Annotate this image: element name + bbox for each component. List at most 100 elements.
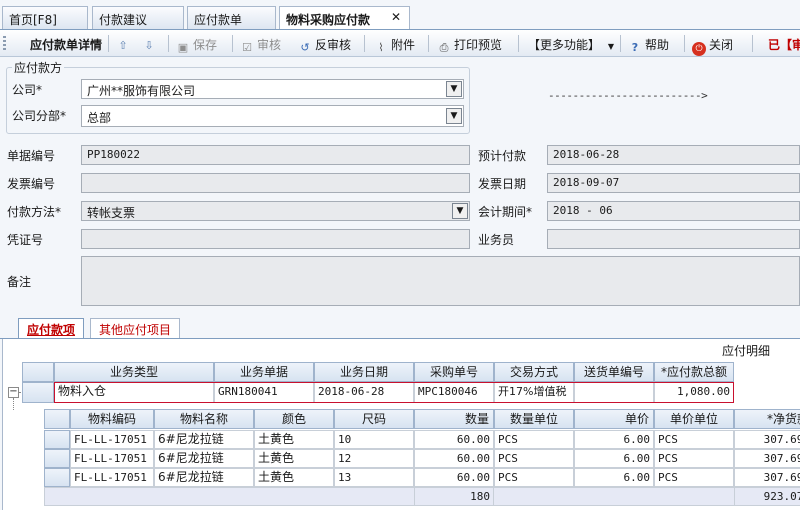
chevron-down-icon[interactable]: ▼ (446, 81, 462, 97)
unaudit-button[interactable]: ↺ 反审核 (298, 36, 351, 55)
down-arrow-icon[interactable]: ⇩ (142, 36, 159, 53)
branch-select[interactable]: 总部 (81, 105, 464, 127)
item-cell[interactable]: 6#尼龙拉链 (154, 449, 254, 468)
item-row-header[interactable] (44, 430, 70, 449)
item-row-header[interactable] (44, 468, 70, 487)
item-cell[interactable]: 6.00 (574, 449, 654, 468)
item-row-header[interactable] (44, 449, 70, 468)
more-functions-button[interactable]: 【更多功能】 ▼ (528, 36, 614, 53)
payee-legend: 应付款方 (12, 59, 65, 76)
divider (108, 35, 109, 52)
col-business-doc[interactable]: 业务单据 (214, 362, 314, 382)
invoice-date-field[interactable]: 2018-09-07 (547, 173, 800, 193)
collapse-icon[interactable]: − (8, 387, 19, 398)
toolbar: 应付款单详情 ⇧ ⇩ ▣ 保存 ☑ 审核 ↺ 反审核 ⌇ 附件 ⎙ 打印预览 【更多功能】… (0, 30, 800, 57)
col-net-amount[interactable]: *净货款 (734, 409, 800, 429)
item-cell[interactable]: 60.00 (414, 468, 494, 487)
help-button[interactable]: ? 帮助 (628, 36, 669, 55)
tab-home[interactable]: 首页[F8] (2, 6, 88, 29)
col-trade-method[interactable]: 交易方式 (494, 362, 574, 382)
col-purchase-no[interactable]: 采购单号 (414, 362, 494, 382)
attachment-button[interactable]: ⌇ 附件 (374, 36, 415, 55)
company-value: 广州**服饰有限公司 (87, 84, 196, 98)
item-cell[interactable]: PCS (654, 468, 734, 487)
est-pay-label: 预计付款 (478, 149, 527, 163)
question-mark-icon: ? (631, 41, 639, 54)
col-delivery-no[interactable]: 送货单编号 (574, 362, 654, 382)
remark-textarea[interactable] (81, 256, 800, 306)
item-cell[interactable]: PCS (494, 449, 574, 468)
clerk-field[interactable] (547, 229, 800, 249)
col-business-type[interactable]: 业务类型 (54, 362, 214, 382)
period-field[interactable]: 2018 - 06 (547, 201, 800, 221)
pay-method-select[interactable]: 转帐支票 (81, 201, 470, 221)
item-cell[interactable]: 307.692 (734, 468, 800, 487)
tab-payment-suggestion[interactable]: 付款建议 (92, 6, 184, 29)
item-cell[interactable]: 6#尼龙拉链 (154, 430, 254, 449)
item-cell[interactable]: FL-LL-17051 (70, 449, 154, 468)
item-cell[interactable]: 6.00 (574, 430, 654, 449)
col-business-date[interactable]: 业务日期 (314, 362, 414, 382)
item-cell[interactable]: PCS (494, 430, 574, 449)
item-cell[interactable]: 307.692 (734, 449, 800, 468)
close-tab-icon[interactable]: ✕ (391, 10, 401, 24)
item-cell[interactable]: FL-LL-17051 (70, 430, 154, 449)
col-price-unit[interactable]: 单价单位 (654, 409, 734, 429)
item-cell[interactable]: PCS (654, 449, 734, 468)
item-cell[interactable]: PCS (654, 430, 734, 449)
item-cell[interactable]: 60.00 (414, 430, 494, 449)
power-icon: ⏻ (692, 42, 706, 56)
divider (168, 35, 169, 52)
item-cell[interactable]: 土黄色 (254, 430, 334, 449)
item-cell[interactable]: 12 (334, 449, 414, 468)
est-pay-field[interactable]: 2018-06-28 (547, 145, 800, 165)
up-arrow-icon[interactable]: ⇧ (116, 36, 133, 53)
period-label: 会计期间* (478, 205, 533, 219)
col-material-name[interactable]: 物料名称 (154, 409, 254, 429)
clipboard-check-icon: ☑ (242, 41, 252, 54)
item-cell[interactable]: 10 (334, 430, 414, 449)
item-cell[interactable]: 60.00 (414, 449, 494, 468)
tab-payables[interactable]: 应付款单 (187, 6, 276, 29)
item-cell[interactable]: 土黄色 (254, 449, 334, 468)
paperclip-icon: ⌇ (378, 41, 384, 54)
item-cell[interactable]: FL-LL-17051 (70, 468, 154, 487)
item-cell[interactable]: 307.692 (734, 430, 800, 449)
print-preview-label: 打印预览 (454, 38, 503, 52)
item-cell[interactable]: PCS (494, 468, 574, 487)
item-cell[interactable]: 6#尼龙拉链 (154, 468, 254, 487)
master-row-header[interactable] (22, 382, 54, 403)
col-total-payable[interactable]: *应付款总额 (654, 362, 734, 382)
print-preview-button[interactable]: ⎙ 打印预览 (437, 36, 502, 55)
tab-label: 物料采购应付款 (286, 13, 371, 27)
col-quantity[interactable]: 数量 (414, 409, 494, 429)
doc-no-field[interactable]: PP180022 (81, 145, 470, 165)
invoice-no-field[interactable] (81, 173, 470, 193)
col-unit-price[interactable]: 单价 (574, 409, 654, 429)
close-label: 关闭 (709, 38, 734, 52)
col-quantity-unit[interactable]: 数量单位 (494, 409, 574, 429)
item-cell[interactable]: 6.00 (574, 468, 654, 487)
col-material-code[interactable]: 物料编码 (70, 409, 154, 429)
chevron-down-icon[interactable]: ▼ (446, 108, 462, 124)
company-select[interactable]: 广州**服饰有限公司 (81, 79, 464, 99)
flow-arrow: -------------------------> (548, 89, 708, 102)
save-button[interactable]: ▣ 保存 (176, 36, 217, 55)
chevron-down-icon: ▼ (607, 42, 614, 51)
tab-other-payables[interactable]: 其他应付项目 (90, 318, 181, 338)
remark-label: 备注 (7, 275, 32, 289)
close-button[interactable]: ⏻ 关闭 (692, 36, 733, 56)
doc-no-label: 单据编号 (7, 149, 56, 163)
attachment-label: 附件 (391, 38, 416, 52)
invoice-date-label: 发票日期 (478, 177, 527, 191)
chevron-down-icon[interactable]: ▼ (452, 203, 468, 219)
item-cell[interactable]: 土黄色 (254, 468, 334, 487)
audit-button[interactable]: ☑ 审核 (240, 36, 281, 55)
col-color[interactable]: 颜色 (254, 409, 334, 429)
col-size[interactable]: 尺码 (334, 409, 414, 429)
voucher-field[interactable] (81, 229, 470, 249)
total-quantity: 180 (414, 487, 494, 506)
tab-payable-items[interactable]: 应付款项 (18, 318, 85, 338)
tab-material-purchase-payable[interactable]: 物料采购应付款 ✕ (279, 6, 410, 30)
item-cell[interactable]: 13 (334, 468, 414, 487)
